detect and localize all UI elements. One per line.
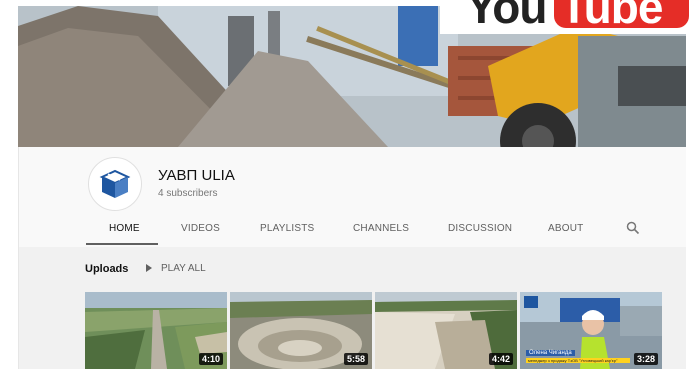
video-duration: 3:28 <box>633 353 658 365</box>
box-logo-icon <box>99 169 131 198</box>
channel-header: УАВП ULIA 4 subscribers HOME VIDEOS PLAY… <box>18 147 686 247</box>
youtube-logo[interactable]: You Tube <box>440 0 691 34</box>
search-icon[interactable] <box>626 221 640 235</box>
video-caption-role: менеджер з продажу ТзОВ "Угловецький кар… <box>526 358 630 363</box>
video-thumbnail[interactable]: 5:58 <box>230 292 372 369</box>
video-caption-name: Олена Чиганда <box>526 350 575 356</box>
video-duration: 4:42 <box>488 353 513 365</box>
video-thumbnail[interactable]: 4:10 <box>85 292 227 369</box>
video-lower-third: Олена Чиганда менеджер з продажу ТзОВ "У… <box>520 350 630 367</box>
tab-about[interactable]: ABOUT <box>548 223 583 234</box>
youtube-logo-tube-text: Tube <box>560 0 663 33</box>
tab-channels[interactable]: CHANNELS <box>353 223 409 234</box>
channel-avatar[interactable] <box>88 157 142 211</box>
video-duration: 4:10 <box>198 353 223 365</box>
tab-discussion[interactable]: DISCUSSION <box>448 223 512 234</box>
tab-home[interactable]: HOME <box>109 223 140 234</box>
uploads-section: Uploads PLAY ALL 4:10 5:58 4:42 Олена Чи… <box>18 247 686 369</box>
page-divider <box>18 147 19 369</box>
video-duration: 5:58 <box>343 353 368 365</box>
subscriber-count: 4 subscribers <box>158 188 218 199</box>
active-tab-indicator <box>86 243 158 245</box>
tab-playlists[interactable]: PLAYLISTS <box>260 223 314 234</box>
play-all-button[interactable]: PLAY ALL <box>146 263 206 274</box>
channel-name[interactable]: УАВП ULIA <box>158 167 235 184</box>
video-thumbnail[interactable]: Олена Чиганда менеджер з продажу ТзОВ "У… <box>520 292 662 369</box>
youtube-logo-you-text: You <box>466 0 547 33</box>
uploads-title[interactable]: Uploads <box>85 263 128 275</box>
channel-tabs: HOME VIDEOS PLAYLISTS CHANNELS DISCUSSIO… <box>18 217 686 247</box>
tab-videos[interactable]: VIDEOS <box>181 223 220 234</box>
play-all-label: PLAY ALL <box>161 263 206 274</box>
video-thumbnail[interactable]: 4:42 <box>375 292 517 369</box>
play-icon <box>146 264 152 272</box>
